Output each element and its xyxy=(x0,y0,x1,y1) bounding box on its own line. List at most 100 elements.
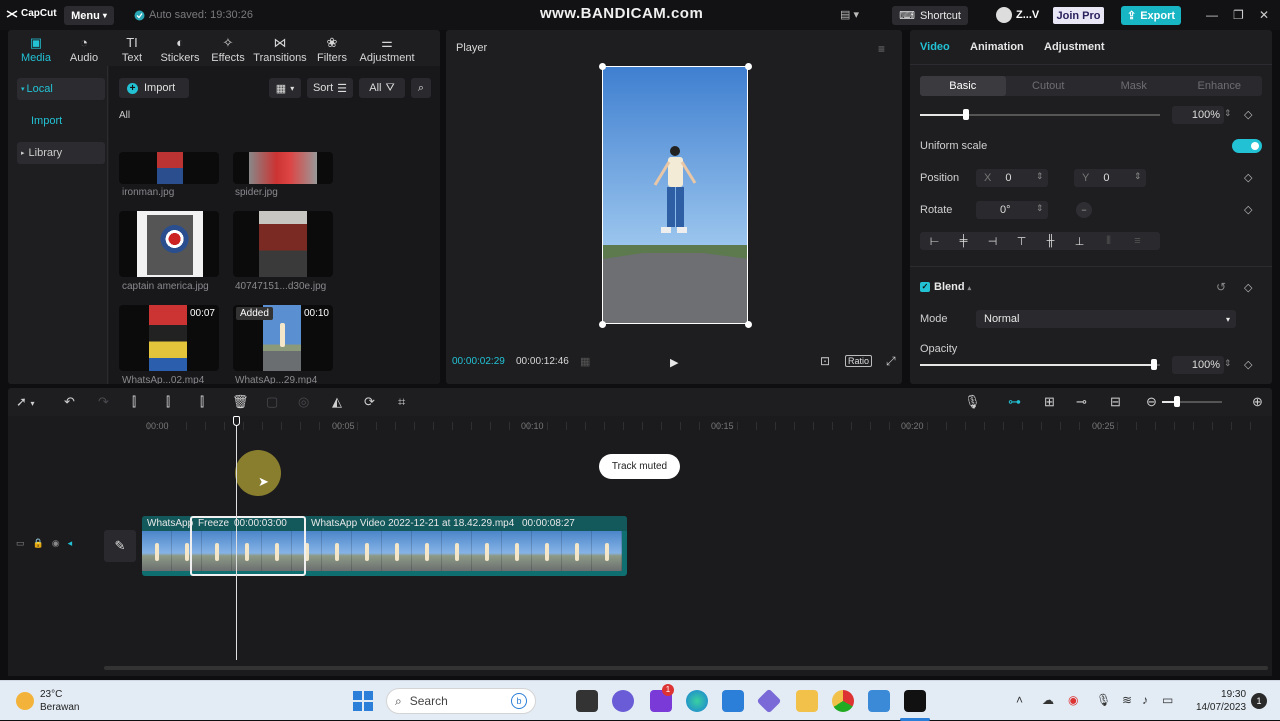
tab-adjustment[interactable]: Adjustment xyxy=(1044,41,1105,53)
restore-icon[interactable]: ❐ xyxy=(1233,8,1244,22)
align-top-icon[interactable]: ⊤ xyxy=(1007,235,1036,248)
redo-icon[interactable]: ↷ xyxy=(98,394,109,410)
distribute-h-icon[interactable]: ⦀ xyxy=(1094,235,1123,248)
notification-count[interactable]: 1 xyxy=(1251,693,1267,709)
speaker-icon[interactable]: ♪ xyxy=(1142,693,1148,707)
view-mode-button[interactable]: ▦ ▾ xyxy=(269,78,301,98)
subtab-cutout[interactable]: Cutout xyxy=(1006,76,1092,96)
opacity-slider-knob[interactable] xyxy=(1151,359,1157,370)
stepper-icon[interactable]: ⇕ xyxy=(1134,171,1142,182)
cover-button[interactable]: ✎ xyxy=(104,530,136,562)
mail-icon[interactable] xyxy=(722,690,744,712)
link-icon[interactable]: ⊸ xyxy=(1076,394,1087,410)
resize-handle[interactable] xyxy=(599,321,606,328)
stepper-icon[interactable]: ⇕ xyxy=(1036,203,1044,214)
mirror-icon[interactable]: ◭ xyxy=(332,394,342,410)
edge-icon[interactable] xyxy=(686,690,708,712)
minimize-icon[interactable]: — xyxy=(1206,8,1218,22)
lock-icon[interactable]: 🔒 xyxy=(33,538,44,549)
tab-animation[interactable]: Animation xyxy=(970,41,1024,53)
auto-snap-icon[interactable]: ⊞ xyxy=(1044,394,1055,410)
uniform-scale-toggle[interactable] xyxy=(1232,139,1262,153)
sidebar-item-library[interactable]: ▸ Library xyxy=(17,142,105,164)
chrome-icon[interactable] xyxy=(832,690,854,712)
taskbar-search[interactable]: ⌕ Search b xyxy=(386,688,536,714)
sort-button[interactable]: Sort ☰ xyxy=(307,78,353,98)
import-button[interactable]: + Import xyxy=(119,78,189,98)
user-account[interactable]: Z...V xyxy=(996,7,1039,23)
teams-icon[interactable] xyxy=(612,690,634,712)
split-icon[interactable]: ⫿ xyxy=(132,394,136,410)
shortcut-button[interactable]: ⌨ Shortcut xyxy=(892,6,968,25)
media-thumb-thor[interactable] xyxy=(233,211,333,277)
filter-button[interactable]: All ⛛ xyxy=(359,78,405,98)
keyframe-icon[interactable]: ◇ xyxy=(1244,281,1252,294)
photo-app-icon[interactable]: 1 xyxy=(650,684,674,712)
eye-icon[interactable]: ◉ xyxy=(52,538,60,549)
keyframe-icon[interactable]: ◇ xyxy=(1244,108,1252,121)
keyframe-icon[interactable]: ◇ xyxy=(1244,171,1252,184)
subtab-mask[interactable]: Mask xyxy=(1091,76,1177,96)
layout-icon[interactable]: ▤ ▾ xyxy=(840,8,859,21)
media-thumb-captain-america[interactable] xyxy=(119,211,219,277)
media-thumb-ironman[interactable] xyxy=(119,152,219,184)
tab-transitions[interactable]: ⋈ Transitions xyxy=(252,30,308,66)
rotate-dial-icon[interactable]: − xyxy=(1076,202,1092,218)
tab-adjustment[interactable]: ⚌ Adjustment xyxy=(356,30,418,66)
microphone-tray-icon[interactable]: 🎙 xyxy=(1096,693,1111,707)
task-view-icon[interactable] xyxy=(576,690,598,712)
playhead-handle[interactable] xyxy=(233,416,240,426)
rotate-icon[interactable]: ⟳ xyxy=(364,394,375,410)
split-right-icon[interactable]: ⫿ xyxy=(200,394,204,410)
menu-button[interactable]: Menu ▾ xyxy=(64,6,114,25)
tab-media[interactable]: ▣ Media xyxy=(12,30,60,66)
resize-handle[interactable] xyxy=(599,63,606,70)
zoom-out-icon[interactable]: ⊖ xyxy=(1146,394,1157,410)
keyframe-icon[interactable]: ◇ xyxy=(1244,358,1252,371)
blend-checkbox[interactable]: ✓ xyxy=(920,282,930,292)
fullscreen-icon[interactable]: ⤢ xyxy=(886,354,896,369)
freeze-icon[interactable]: ▢ xyxy=(266,394,278,410)
zoom-in-icon[interactable]: ⊕ xyxy=(1252,394,1263,410)
playhead[interactable] xyxy=(236,424,237,660)
sidebar-item-import[interactable]: Import xyxy=(17,110,105,132)
opacity-value[interactable]: 100% xyxy=(1172,356,1224,374)
reverse-icon[interactable]: ◎ xyxy=(298,394,309,410)
scale-slider-knob[interactable] xyxy=(963,109,969,120)
ratio-button[interactable]: Ratio xyxy=(845,355,873,367)
export-button[interactable]: ⇪ Export xyxy=(1121,6,1181,25)
timeline-scrollbar[interactable] xyxy=(104,666,1268,670)
app-icon[interactable] xyxy=(756,688,782,714)
tab-text[interactable]: TI Text xyxy=(108,30,156,66)
align-right-icon[interactable]: ⊣ xyxy=(978,235,1007,248)
align-center-h-icon[interactable]: ╪ xyxy=(949,235,978,247)
timeline-view-icon[interactable]: ▦ xyxy=(580,355,590,368)
align-left-icon[interactable]: ⊢ xyxy=(920,235,949,248)
keyframe-icon[interactable]: ◇ xyxy=(1244,203,1252,216)
mute-icon[interactable]: ◂ xyxy=(68,538,73,549)
microphone-icon[interactable]: 🎙 xyxy=(964,394,981,410)
join-pro-button[interactable]: Join Pro xyxy=(1053,7,1104,24)
blend-mode-select[interactable]: Normal ▾ xyxy=(976,310,1236,328)
align-center-v-icon[interactable]: ╫ xyxy=(1036,235,1065,247)
stepper-icon[interactable]: ⇕ xyxy=(1224,358,1232,369)
stepper-icon[interactable]: ⇕ xyxy=(1224,108,1232,119)
video-clip[interactable]: WhatsApp Freeze 00:00:03:00 WhatsApp Vid… xyxy=(142,516,627,576)
battery-icon[interactable]: ▭ xyxy=(1162,693,1173,707)
freeze-segment[interactable] xyxy=(190,516,306,576)
preview-axis-icon[interactable]: ⊟ xyxy=(1110,394,1121,410)
chevron-up-icon[interactable]: ˄ xyxy=(1016,693,1023,707)
media-thumb-video-2[interactable]: Added 00:10 xyxy=(233,305,333,371)
play-button[interactable]: ▶ xyxy=(670,356,678,369)
select-tool-icon[interactable]: ➚ ▾ xyxy=(16,394,35,410)
reset-icon[interactable]: ↺ xyxy=(1216,280,1226,294)
tab-effects[interactable]: ✧ Effects xyxy=(204,30,252,66)
split-left-icon[interactable]: ⫿ xyxy=(166,394,170,410)
capcut-taskbar-icon[interactable] xyxy=(904,690,926,712)
screenshot-icon[interactable]: ⊡ xyxy=(820,354,830,368)
zoom-slider-knob[interactable] xyxy=(1174,396,1180,407)
resize-handle[interactable] xyxy=(745,63,752,70)
notepad-icon[interactable] xyxy=(868,690,890,712)
subtab-enhance[interactable]: Enhance xyxy=(1177,76,1263,96)
clock[interactable]: 19:30 14/07/2023 xyxy=(1196,688,1246,714)
